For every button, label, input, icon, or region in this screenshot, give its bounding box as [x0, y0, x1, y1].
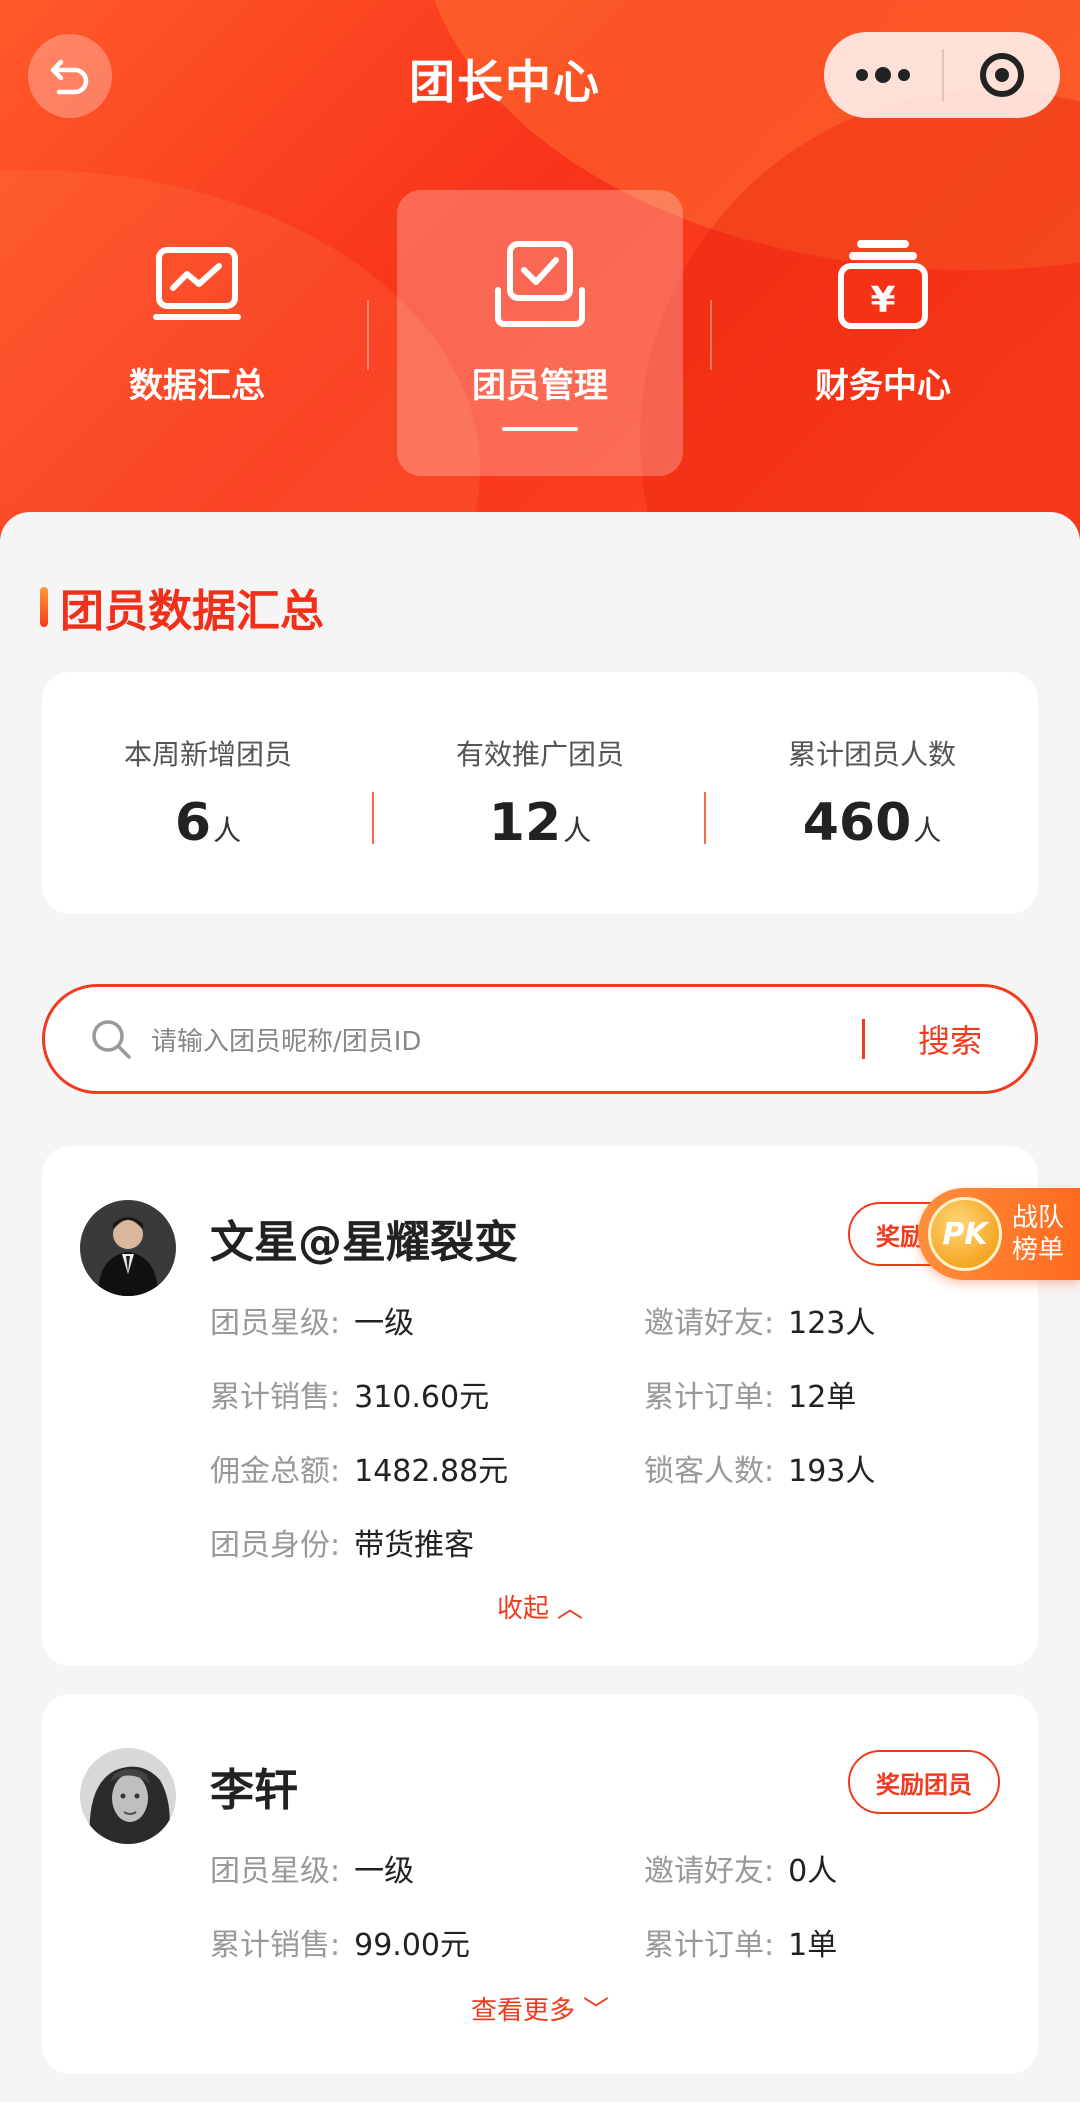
info-star-level: 团员星级: 一级	[210, 1306, 415, 1341]
pk-badge-icon: PK	[928, 1197, 1002, 1271]
checkbox-tray-icon	[495, 241, 585, 327]
avatar	[80, 1748, 176, 1844]
member-card: 文星@星耀裂变 奖励团员 团员星级:一级 邀请好友:123人 累计销售:310.…	[42, 1146, 1038, 1666]
collapse-toggle[interactable]: 收起 ︿	[42, 1588, 1038, 1625]
info-total-sales: 累计销售: 310.60元	[210, 1380, 490, 1415]
member-card: 李轩 奖励团员 团员星级: 一级 邀请好友: 0人 累计销售: 99.00元 累计订单…	[42, 1694, 1038, 2074]
member-name: 文星@星耀裂变	[210, 1217, 518, 1268]
close-mini-program-button[interactable]	[944, 32, 1060, 118]
more-options-button[interactable]	[824, 32, 942, 118]
info-invited-friends: 邀请好友: 0人	[644, 1854, 838, 1889]
member-name: 李轩	[210, 1765, 298, 1816]
stat-active-promoters: 有效推广团员 12 人	[374, 672, 706, 914]
search-button[interactable]: 搜索	[865, 1016, 1035, 1062]
view-more-toggle[interactable]: 查看更多 ﹀	[42, 1990, 1038, 2027]
search-icon	[92, 1020, 131, 1059]
search-input[interactable]: 请输入团员昵称/团员ID	[151, 1021, 862, 1058]
active-tab-indicator	[502, 427, 578, 431]
nav-item-finance-center[interactable]: ¥ 财务中心	[740, 190, 1026, 476]
chevron-up-icon: ︿	[557, 1594, 584, 1624]
nav-label: 数据汇总	[129, 366, 265, 406]
nav-item-data-summary[interactable]: 数据汇总	[54, 190, 340, 476]
svg-text:¥: ¥	[870, 280, 895, 321]
yuan-wallet-icon: ¥	[838, 240, 928, 329]
section-title: 团员数据汇总	[40, 582, 324, 637]
info-locked-customers: 锁客人数: 193人	[644, 1454, 876, 1489]
stat-new-this-week: 本周新增团员 6人	[42, 672, 374, 914]
content-panel: 团员数据汇总 本周新增团员 6人 有效推广团员 12 人 累计团员人数 460 人 …	[0, 512, 1080, 2102]
team-pk-leaderboard-button[interactable]: PK 战队 榜单	[918, 1188, 1080, 1280]
info-total-sales: 累计销售: 99.00元	[210, 1928, 470, 1963]
nav-label: 财务中心	[815, 366, 951, 406]
info-commission-total: 佣金总额: 1482.88元	[210, 1454, 509, 1489]
stat-total-members: 累计团员人数 460 人	[787, 738, 956, 853]
reward-member-button[interactable]: 奖励团员	[848, 1750, 1000, 1814]
stats-summary-card: 本周新增团员 6人 有效推广团员 12 人 累计团员人数 460 人	[42, 672, 1038, 914]
nav-label: 团员管理	[472, 366, 608, 406]
info-star-level: 团员星级: 一级	[210, 1854, 415, 1889]
top-nav: 数据汇总 团员管理 ¥ 财务中心	[0, 190, 1080, 476]
info-member-identity: 团员身份: 带货推客	[210, 1528, 475, 1563]
info-total-orders: 累计订单: 12单	[644, 1380, 857, 1415]
info-total-orders: 累计订单: 1单	[644, 1928, 838, 1963]
member-search-bar: 请输入团员昵称/团员ID 搜索	[42, 984, 1038, 1094]
info-invited-friends: 邀请好友: 123人	[644, 1306, 876, 1341]
chevron-down-icon: ﹀	[583, 1996, 610, 2026]
header-banner: 团长中心 数据汇总 团员管理 ¥ 财务中心	[0, 0, 1080, 540]
mini-program-capsule	[824, 32, 1060, 118]
nav-item-member-management[interactable]: 团员管理	[397, 190, 683, 476]
chart-monitor-icon	[153, 247, 241, 320]
target-circle-icon	[980, 53, 1024, 97]
avatar	[80, 1200, 176, 1296]
